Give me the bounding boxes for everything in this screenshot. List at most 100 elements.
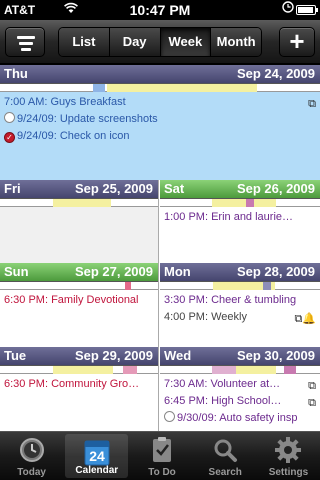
event-item[interactable]: 6:45 PM: High School… ⧉ <box>164 393 316 410</box>
day-date: Sep 30, 2009 <box>236 348 315 363</box>
day-events <box>0 207 158 263</box>
calendar-icon: 24 <box>83 438 111 466</box>
calendar-badge: 24 <box>89 448 105 464</box>
checklist-icon <box>148 436 176 464</box>
alarm-clock-icon <box>282 1 294 16</box>
event-text: 6:30 PM: Community Gro… <box>4 378 140 390</box>
event-text: 3:30 PM: Cheer & tumbling <box>164 294 297 306</box>
day-events: 6:30 PM: Family Devotional <box>0 290 158 311</box>
todo-item[interactable]: 9/24/09: Update screenshots <box>4 111 316 128</box>
gear-icon <box>274 436 302 464</box>
event-text: 9/24/09: Check on icon <box>17 130 130 142</box>
segment-day[interactable]: Day <box>109 28 161 56</box>
menu-lines-icon <box>17 36 35 54</box>
day-timeline <box>160 198 320 207</box>
day-weekday: Thu <box>4 66 28 81</box>
day-header: Thu Sep 24, 2009 <box>0 65 320 83</box>
day-header: Tue Sep 29, 2009 <box>0 347 158 365</box>
day-events: 3:30 PM: Cheer & tumbling 4:00 PM: Weekl… <box>160 290 320 328</box>
day-date: Sep 29, 2009 <box>74 348 153 363</box>
status-bar: AT&T 10:47 PM <box>0 0 320 20</box>
day-header: Sun Sep 27, 2009 <box>0 263 158 281</box>
day-mon[interactable]: Mon Sep 28, 2009 3:30 PM: Cheer & tumbli… <box>160 263 320 347</box>
clock-icon <box>18 436 46 464</box>
day-weekday: Sat <box>164 181 185 196</box>
view-segmented-control: List Day Week Month <box>58 27 262 57</box>
tab-label: Today <box>17 467 46 478</box>
day-date: Sep 28, 2009 <box>236 264 315 279</box>
event-item[interactable]: 1:00 PM: Erin and laurie… <box>164 209 316 226</box>
tab-todo[interactable]: To Do <box>130 432 193 480</box>
event-text: 9/30/09: Auto safety insp <box>177 412 298 424</box>
day-timeline <box>0 198 158 207</box>
tab-label: To Do <box>148 467 176 478</box>
repeat-icon: ⧉ <box>308 397 316 409</box>
tab-settings[interactable]: Settings <box>257 432 320 480</box>
day-sat[interactable]: Sat Sep 26, 2009 1:00 PM: Erin and lauri… <box>160 180 320 263</box>
day-weekday: Sun <box>4 264 29 279</box>
day-weekday: Mon <box>164 264 191 279</box>
status-time: 10:47 PM <box>129 2 191 18</box>
add-event-button[interactable]: + <box>279 27 315 57</box>
day-events: 1:00 PM: Erin and laurie… <box>160 207 320 228</box>
tab-label: Search <box>208 467 242 478</box>
tab-today[interactable]: Today <box>0 432 63 480</box>
day-header: Wed Sep 30, 2009 <box>160 347 320 365</box>
todo-checkbox[interactable] <box>164 411 175 422</box>
event-text: 7:30 AM: Volunteer at… <box>164 378 281 390</box>
day-timeline <box>160 365 320 374</box>
todo-checkbox[interactable] <box>4 112 15 123</box>
day-weekday: Wed <box>164 348 192 363</box>
navigation-bar: List Day Week Month + <box>0 20 320 64</box>
day-tue[interactable]: Tue Sep 29, 2009 6:30 PM: Community Gro… <box>0 347 159 431</box>
day-events: 6:30 PM: Community Gro… <box>0 374 158 395</box>
segment-month[interactable]: Month <box>211 28 261 56</box>
event-item[interactable]: 3:30 PM: Cheer & tumbling <box>164 292 316 309</box>
day-header: Mon Sep 28, 2009 <box>160 263 320 281</box>
event-item[interactable]: 7:00 AM: Guys Breakfast ⧉ <box>4 94 316 111</box>
day-timeline <box>0 83 320 92</box>
repeat-alarm-icon: ⧉🔔 <box>294 313 316 325</box>
day-date: Sep 27, 2009 <box>74 264 153 279</box>
tab-calendar[interactable]: 24 Calendar <box>65 434 129 478</box>
day-date: Sep 26, 2009 <box>236 181 315 196</box>
event-item[interactable]: 6:30 PM: Family Devotional <box>4 292 154 309</box>
event-text: 6:30 PM: Family Devotional <box>4 294 139 306</box>
segment-week[interactable]: Week <box>160 28 212 56</box>
day-timeline <box>160 281 320 290</box>
day-date: Sep 25, 2009 <box>74 181 153 196</box>
battery-icon <box>296 5 318 15</box>
filter-menu-button[interactable] <box>5 27 45 57</box>
repeat-icon: ⧉ <box>308 380 316 392</box>
day-wed[interactable]: Wed Sep 30, 2009 7:30 AM: Volunteer at… … <box>160 347 320 431</box>
todo-checkbox-checked[interactable]: ✓ <box>4 132 15 143</box>
event-item[interactable]: 4:00 PM: Weekly ⧉🔔 <box>164 309 316 326</box>
day-thu[interactable]: Thu Sep 24, 2009 7:00 AM: Guys Breakfast… <box>0 65 320 180</box>
tab-bar: Today 24 Calendar To Do Search Settings <box>0 431 320 480</box>
day-timeline <box>0 281 158 290</box>
event-text: 1:00 PM: Erin and laurie… <box>164 211 294 223</box>
event-text: 6:45 PM: High School… <box>164 395 282 407</box>
day-header: Sat Sep 26, 2009 <box>160 180 320 198</box>
event-text: 4:00 PM: Weekly <box>164 311 247 323</box>
day-events: 7:30 AM: Volunteer at… ⧉ 6:45 PM: High S… <box>160 374 320 429</box>
magnifier-icon <box>211 436 239 464</box>
tab-label: Calendar <box>75 465 119 476</box>
event-item[interactable]: 6:30 PM: Community Gro… <box>4 376 154 393</box>
event-text: 9/24/09: Update screenshots <box>17 113 158 125</box>
todo-item[interactable]: 9/30/09: Auto safety insp <box>164 410 316 427</box>
day-header: Fri Sep 25, 2009 <box>0 180 158 198</box>
repeat-icon: ⧉ <box>308 98 316 110</box>
week-calendar: Thu Sep 24, 2009 7:00 AM: Guys Breakfast… <box>0 65 320 431</box>
segment-list[interactable]: List <box>59 28 110 56</box>
day-weekday: Tue <box>4 348 27 363</box>
tab-search[interactable]: Search <box>194 432 257 480</box>
day-date: Sep 24, 2009 <box>236 66 315 81</box>
day-events: 7:00 AM: Guys Breakfast ⧉ 9/24/09: Updat… <box>0 92 320 180</box>
day-sun[interactable]: Sun Sep 27, 2009 6:30 PM: Family Devotio… <box>0 263 159 347</box>
day-fri[interactable]: Fri Sep 25, 2009 <box>0 180 159 263</box>
day-weekday: Fri <box>4 181 21 196</box>
todo-item[interactable]: ✓ 9/24/09: Check on icon <box>4 128 316 145</box>
event-item[interactable]: 7:30 AM: Volunteer at… ⧉ <box>164 376 316 393</box>
event-text: 7:00 AM: Guys Breakfast <box>4 96 126 108</box>
